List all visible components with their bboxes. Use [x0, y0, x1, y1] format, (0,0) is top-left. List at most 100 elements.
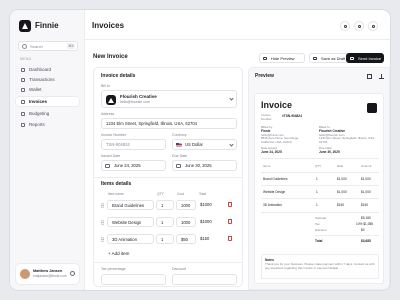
transactions-icon [21, 77, 25, 82]
items-header-total: Total [199, 192, 206, 196]
save-draft-button[interactable]: Save as Draft [309, 53, 349, 63]
tax-value: 10% $1,085 [356, 222, 374, 226]
trash-icon[interactable] [228, 219, 232, 224]
preview-row-name: Website Design [263, 190, 286, 194]
download-arrow [381, 74, 382, 78]
send-icon [350, 56, 354, 60]
drag-handle-icon[interactable] [101, 203, 104, 208]
invoice-icon [21, 99, 25, 104]
sidebar-item-label: Reports [29, 122, 45, 127]
chevron-down-icon [229, 142, 234, 147]
sidebar-item-label: Transactions [29, 77, 55, 82]
item-cost-field[interactable]: $50 [176, 234, 196, 244]
bill-to-label: Bill to [101, 84, 110, 88]
invoice-number-field[interactable]: TSN-904824 [101, 139, 166, 150]
item-total: $1000 [200, 202, 212, 207]
discount-value: $0 [361, 228, 365, 232]
preview-row-amount: $1,000 [361, 190, 371, 194]
preview-row-qty: 1 [316, 203, 318, 207]
tax-percentage-label: Tax percentage [101, 267, 126, 271]
download-icon[interactable] [379, 74, 384, 79]
preview-row-amount: $1,000 [361, 177, 371, 181]
drag-handle-icon[interactable] [101, 220, 104, 225]
preview-header-amount: Amount [361, 164, 372, 168]
us-flag-icon [176, 142, 182, 147]
sidebar-item-wallet[interactable]: Wallet [16, 85, 79, 94]
divider [261, 158, 379, 159]
add-item-button[interactable]: + Add item [108, 250, 129, 257]
sidebar-item-transactions[interactable]: Transactions [16, 75, 79, 84]
menu-label: MENU [20, 57, 32, 61]
due-date-field[interactable]: June 30, 2025 [172, 160, 237, 171]
preview-row-name: 3D Animation [263, 203, 282, 207]
moon-icon [371, 24, 375, 28]
item-name-field[interactable]: Brand Guidelines [107, 200, 154, 210]
item-cost-field[interactable]: 1000 [176, 217, 196, 227]
notification-button[interactable] [340, 21, 350, 31]
send-invoice-button[interactable]: Send Invoice [346, 53, 384, 63]
item-qty-field[interactable]: 1 [156, 200, 174, 210]
total-label: Total [315, 239, 323, 243]
preview-logo-icon [367, 103, 377, 113]
expand-icon[interactable] [367, 74, 372, 79]
page-title: Invoices [92, 21, 125, 30]
avatar [20, 269, 30, 279]
preview-invoice-number: #TSN-904824 [282, 114, 302, 118]
sidebar-item-label: Invoices [29, 99, 48, 104]
hide-preview-button[interactable]: Hide Preview [259, 53, 305, 63]
preview-title: Preview [255, 73, 274, 79]
invoice-preview: Invoice Invoice Number #TSN-904824 Bille… [254, 93, 384, 284]
address-field[interactable]: 1234 Elm Street, Springfield, Illinois, … [101, 118, 237, 129]
sidebar-item-budgeting[interactable]: Budgeting [16, 109, 79, 118]
tax-label: Tax [315, 222, 320, 226]
tax-percentage-field[interactable] [101, 274, 166, 285]
preview-row-name: Brand Guidelines [263, 177, 288, 181]
divider [94, 262, 242, 263]
divider [94, 177, 242, 178]
bill-to-email: hello@flourish.com [120, 100, 150, 104]
calendar-icon [176, 163, 181, 168]
preview-row-amount: $150 [361, 203, 369, 207]
items-details-title: Items details [101, 181, 132, 187]
theme-button[interactable] [368, 21, 378, 31]
bell-icon [343, 24, 347, 28]
divider [261, 198, 379, 199]
subtotal-label: Subtotal [315, 216, 327, 220]
item-cost-field[interactable]: 1000 [176, 200, 196, 210]
divider [261, 185, 379, 186]
preview-header-qty: QTY [315, 164, 322, 168]
gear-icon[interactable] [70, 271, 75, 276]
item-name-field[interactable]: 3D Animation [107, 234, 154, 244]
items-header-name: Item name [108, 192, 124, 196]
item-qty-field[interactable]: 1 [156, 234, 174, 244]
sidebar-item-reports[interactable]: Reports [16, 120, 79, 129]
preview-doc-title: Invoice [261, 100, 293, 110]
sidebar-item-invoices[interactable]: Invoices [16, 97, 79, 106]
drag-handle-icon[interactable] [101, 237, 104, 242]
preview-invoice-number-label: Invoice Number [261, 113, 272, 121]
search-input[interactable]: Search ⌘K [18, 41, 78, 51]
item-qty-field[interactable]: 1 [156, 217, 174, 227]
preview-row-qty: 1 [316, 190, 318, 194]
trash-icon[interactable] [228, 202, 232, 207]
bill-to-select[interactable]: Flourish Creative hello@flourish.com [101, 90, 237, 108]
preview-header-items: Items [263, 164, 271, 168]
preview-row-rate: $1,000 [337, 177, 347, 181]
currency-label: Currency [172, 133, 187, 137]
sidebar-item-label: Dashboard [29, 67, 52, 72]
issued-date-value: June 24, 2025 [114, 163, 141, 168]
divider [315, 235, 379, 236]
item-total: $150 [200, 236, 210, 241]
user-card[interactable]: Matthew Jansen matjanson@finnie.com [16, 264, 79, 284]
settings-button[interactable] [354, 21, 364, 31]
item-total: $1000 [200, 219, 212, 224]
item-name-field[interactable]: Website Design [107, 217, 154, 227]
notes-text: Thank you for your business. Please make… [265, 262, 375, 270]
address-label: Address [101, 112, 115, 116]
currency-select[interactable]: US Dollar [172, 139, 237, 150]
sidebar-item-dashboard[interactable]: Dashboard [16, 65, 79, 74]
trash-icon[interactable] [228, 236, 232, 241]
discount-field[interactable] [172, 274, 237, 285]
issued-date-field[interactable]: June 24, 2025 [101, 160, 166, 171]
preview-due-date-value: June 30, 2025 [319, 150, 340, 154]
